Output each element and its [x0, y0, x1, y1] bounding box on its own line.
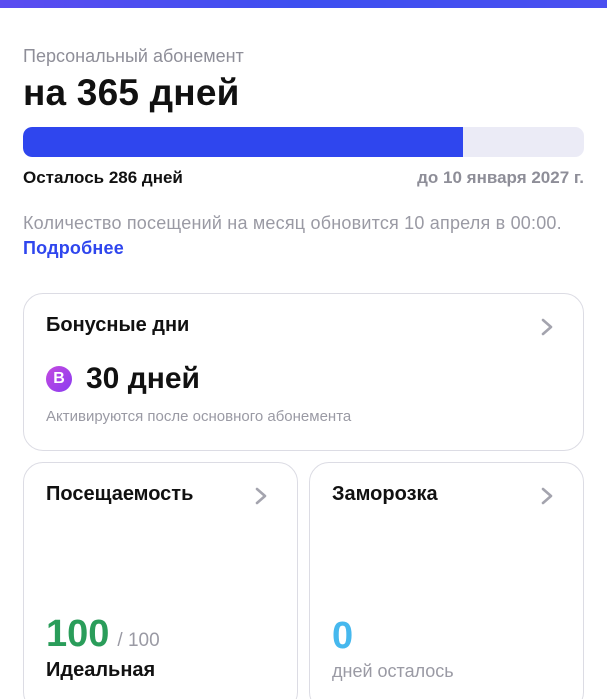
bonus-badge-icon: B — [46, 366, 72, 392]
bonus-days-note: Активируются после основного абонемента — [46, 408, 352, 425]
subscription-progress-fill — [23, 127, 463, 157]
chevron-right-icon — [255, 487, 267, 505]
attendance-title: Посещаемость — [46, 483, 194, 505]
visits-renewal-info: Количество посещений на месяц обновится … — [23, 211, 588, 261]
bonus-days-value: 30 дней — [86, 362, 200, 395]
subscription-subtitle: Персональный абонемент — [23, 46, 244, 66]
freeze-card[interactable]: Заморозка 0 дней осталось — [309, 462, 584, 699]
days-remaining: Осталось 286 дней — [23, 168, 183, 187]
bonus-days-card[interactable]: Бонусные дни B 30 дней Активируются посл… — [23, 293, 584, 451]
expiry-date: до 10 января 2027 г. — [417, 168, 584, 187]
subscription-progress-bar — [23, 127, 584, 157]
subscription-title: на 365 дней — [23, 72, 240, 113]
attendance-value: 100 — [46, 613, 110, 655]
attendance-max: / 100 — [117, 630, 160, 651]
attendance-score: 100 / 100 — [46, 613, 160, 656]
bonus-days-value-row: B 30 дней — [46, 362, 200, 396]
attendance-card[interactable]: Посещаемость 100 / 100 Идеальная — [23, 462, 298, 699]
freeze-label: дней осталось — [332, 661, 454, 681]
more-info-link[interactable]: Подробнее — [23, 238, 124, 258]
visits-renewal-text: Количество посещений на месяц обновится … — [23, 213, 562, 233]
freeze-title: Заморозка — [332, 483, 438, 505]
top-gradient-strip — [0, 0, 607, 8]
chevron-right-icon — [541, 318, 553, 336]
bonus-days-title: Бонусные дни — [46, 314, 190, 336]
attendance-label: Идеальная — [46, 659, 156, 681]
chevron-right-icon — [541, 487, 553, 505]
freeze-value: 0 — [332, 615, 354, 657]
